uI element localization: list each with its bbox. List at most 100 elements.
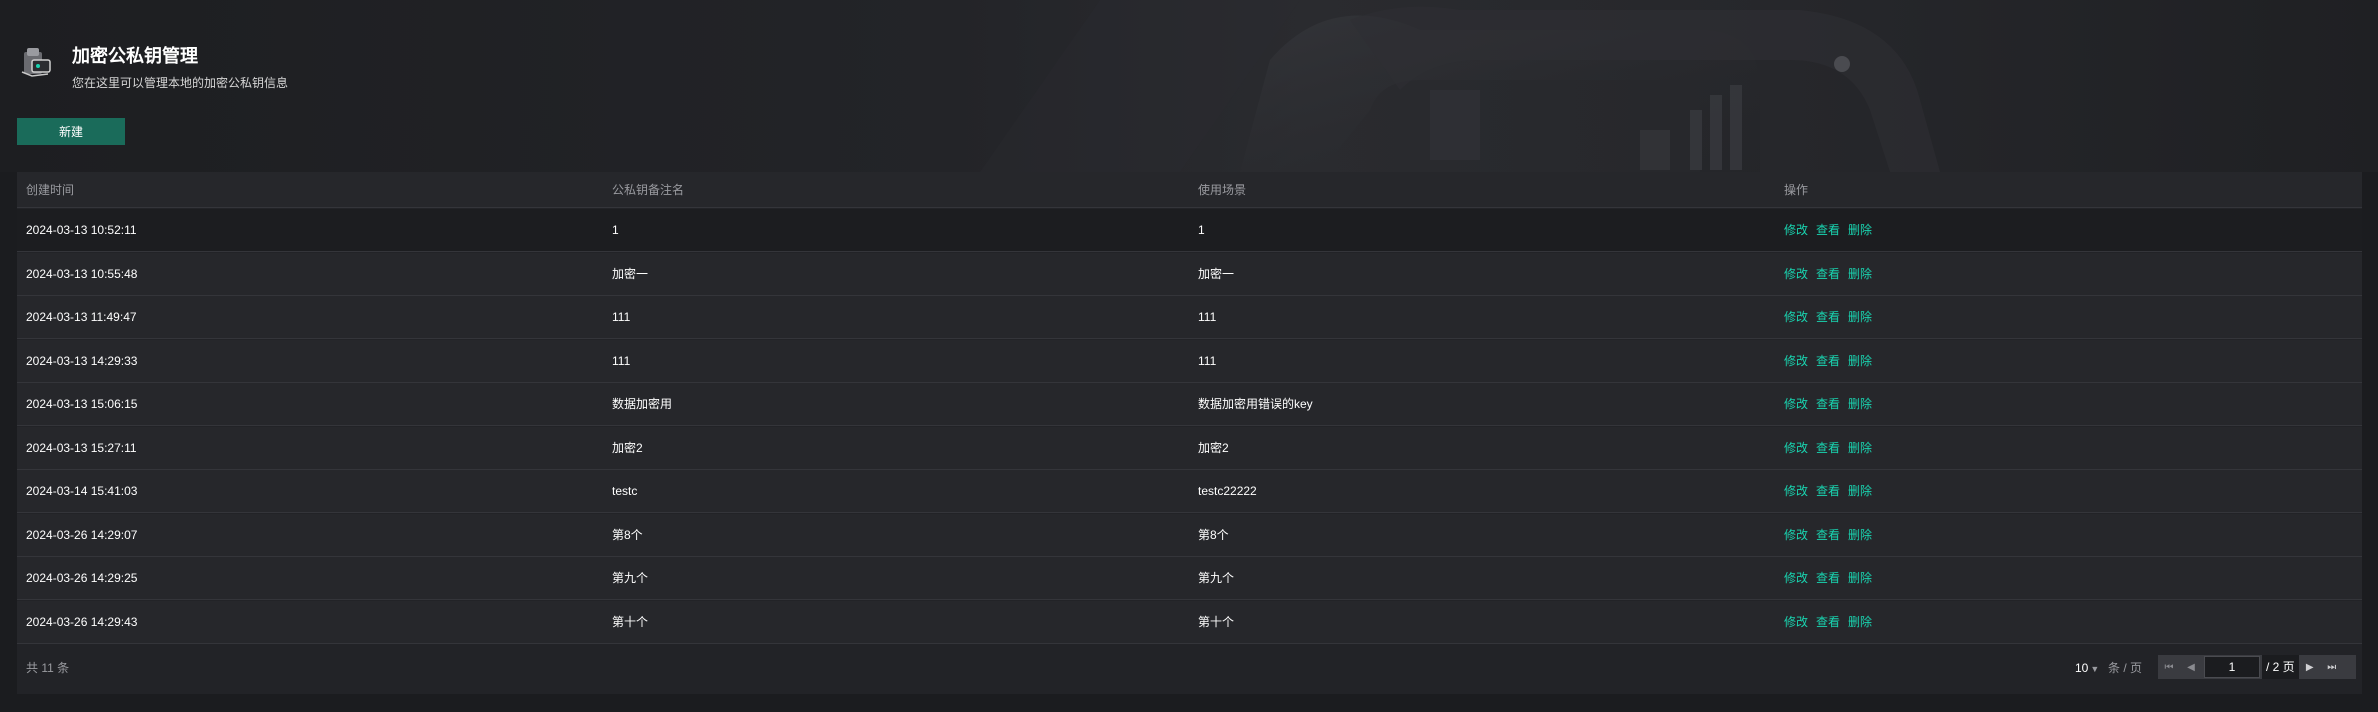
key-management-icon (21, 48, 51, 77)
table-row: 2024-03-26 14:29:25 第九个 第九个 修改 查看 删除 (17, 557, 2362, 600)
edit-link[interactable]: 修改 (1784, 615, 1808, 629)
column-header-created[interactable]: 创建时间 (26, 172, 74, 208)
cell-scene: 111 (1198, 353, 1217, 368)
view-link[interactable]: 查看 (1816, 441, 1840, 455)
chevron-down-icon: ▼ (2090, 664, 2100, 674)
edit-link[interactable]: 修改 (1784, 397, 1808, 411)
table-header: 创建时间 公私钥备注名 使用场景 操作 (17, 172, 2362, 208)
cell-scene: 加密2 (1198, 440, 1229, 455)
new-button[interactable]: 新建 (17, 118, 125, 145)
page-title: 加密公私钥管理 (72, 46, 198, 66)
cell-actions: 修改 查看 删除 (1784, 209, 1880, 252)
page-subtitle: 您在这里可以管理本地的加密公私钥信息 (72, 76, 289, 90)
table-row: 2024-03-13 10:52:11 1 1 修改 查看 删除 (17, 209, 2362, 252)
cell-scene: 第8个 (1198, 527, 1229, 542)
cell-created: 2024-03-26 14:29:43 (26, 614, 138, 629)
delete-link[interactable]: 删除 (1848, 528, 1872, 542)
table-row: 2024-03-13 10:55:48 加密一 加密一 修改 查看 删除 (17, 252, 2362, 296)
cell-name: 第十个 (612, 614, 649, 629)
view-link[interactable]: 查看 (1816, 615, 1840, 629)
table-row: 2024-03-13 11:49:47 111 111 修改 查看 删除 (17, 296, 2362, 339)
delete-link[interactable]: 删除 (1848, 571, 1872, 585)
view-link[interactable]: 查看 (1816, 223, 1840, 237)
delete-link[interactable]: 删除 (1848, 223, 1872, 237)
cell-scene: 数据加密用错误的key (1198, 397, 1313, 411)
cell-created: 2024-03-13 15:06:15 (26, 397, 138, 411)
banner-decoration (980, 0, 1940, 172)
cell-created: 2024-03-13 11:49:47 (26, 310, 137, 324)
cell-name: 111 (612, 310, 631, 324)
column-header-scene[interactable]: 使用场景 (1198, 172, 1246, 208)
delete-link[interactable]: 删除 (1848, 441, 1872, 455)
view-link[interactable]: 查看 (1816, 484, 1840, 498)
keys-table: 创建时间 公私钥备注名 使用场景 操作 2024-03-13 10:52:11 1… (17, 172, 2362, 694)
cell-scene: 第九个 (1198, 571, 1235, 585)
edit-link[interactable]: 修改 (1784, 310, 1808, 324)
cell-created: 2024-03-26 14:29:07 (26, 527, 138, 542)
edit-link[interactable]: 修改 (1784, 528, 1808, 542)
cell-name: 111 (612, 353, 631, 368)
edit-link[interactable]: 修改 (1784, 223, 1808, 237)
cell-created: 2024-03-13 15:27:11 (26, 440, 137, 455)
edit-link[interactable]: 修改 (1784, 354, 1808, 368)
delete-link[interactable]: 删除 (1848, 310, 1872, 324)
next-page-icon[interactable]: ▶ (2299, 655, 2321, 679)
cell-actions: 修改 查看 删除 (1784, 296, 1880, 339)
view-link[interactable]: 查看 (1816, 310, 1840, 324)
cell-actions: 修改 查看 删除 (1784, 383, 1880, 426)
cell-scene: 加密一 (1198, 266, 1235, 281)
table-row: 2024-03-26 14:29:07 第8个 第8个 修改 查看 删除 (17, 513, 2362, 557)
page-number-input[interactable] (2204, 656, 2260, 678)
first-page-icon[interactable]: ⏮ (2158, 655, 2180, 679)
table-row: 2024-03-13 15:27:11 加密2 加密2 修改 查看 删除 (17, 426, 2362, 470)
edit-link[interactable]: 修改 (1784, 484, 1808, 498)
edit-link[interactable]: 修改 (1784, 267, 1808, 281)
page-size-unit: 条 / 页 (2108, 661, 2143, 675)
cell-scene: testc22222 (1198, 484, 1257, 498)
cell-actions: 修改 查看 删除 (1784, 340, 1880, 383)
total-count: 共 11 条 (26, 661, 70, 675)
edit-link[interactable]: 修改 (1784, 441, 1808, 455)
cell-actions: 修改 查看 删除 (1784, 470, 1880, 513)
delete-link[interactable]: 删除 (1848, 484, 1872, 498)
cell-scene: 111 (1198, 310, 1217, 324)
header-banner: 加密公私钥管理 您在这里可以管理本地的加密公私钥信息 新建 (0, 0, 2378, 172)
cell-created: 2024-03-13 10:52:11 (26, 223, 137, 237)
cell-actions: 修改 查看 删除 (1784, 253, 1880, 296)
cell-actions: 修改 查看 删除 (1784, 601, 1880, 644)
total-pages: / 2 页 (2262, 655, 2299, 679)
cell-name: testc (612, 484, 638, 498)
cell-scene: 第十个 (1198, 614, 1235, 629)
cell-created: 2024-03-13 14:29:33 (26, 353, 138, 368)
cell-name: 第九个 (612, 571, 649, 585)
view-link[interactable]: 查看 (1816, 354, 1840, 368)
table-row: 2024-03-26 14:29:43 第十个 第十个 修改 查看 删除 (17, 600, 2362, 644)
delete-link[interactable]: 删除 (1848, 397, 1872, 411)
cell-name: 1 (612, 223, 619, 237)
cell-name: 第8个 (612, 527, 643, 542)
cell-scene: 1 (1198, 223, 1205, 237)
last-page-icon[interactable]: ⏭ (2321, 655, 2343, 679)
edit-link[interactable]: 修改 (1784, 571, 1808, 585)
column-header-actions: 操作 (1784, 183, 1809, 197)
cell-actions: 修改 查看 删除 (1784, 427, 1880, 470)
view-link[interactable]: 查看 (1816, 267, 1840, 281)
view-link[interactable]: 查看 (1816, 571, 1840, 585)
table-row: 2024-03-14 15:41:03 testc testc22222 修改 查看 删除 (17, 470, 2362, 513)
delete-link[interactable]: 删除 (1848, 354, 1872, 368)
view-link[interactable]: 查看 (1816, 397, 1840, 411)
page-size-select[interactable]: 10 ▼ (2075, 656, 2099, 680)
table-footer: 共 11 条 10▼ 条 / 页 ⏮ ◀ / 2 页 ▶ ⏭ (17, 642, 2362, 694)
view-link[interactable]: 查看 (1816, 528, 1840, 542)
cell-created: 2024-03-26 14:29:25 (26, 571, 138, 585)
column-header-name[interactable]: 公私钥备注名 (612, 172, 684, 208)
table-row: 2024-03-13 15:06:15 数据加密用 数据加密用错误的key 修改 查看删… (17, 383, 2362, 426)
prev-page-icon[interactable]: ◀ (2180, 655, 2202, 679)
delete-link[interactable]: 删除 (1848, 615, 1872, 629)
delete-link[interactable]: 删除 (1848, 267, 1872, 281)
cell-actions: 修改 查看 删除 (1784, 557, 1880, 600)
cell-name: 加密一 (612, 266, 649, 281)
cell-name: 加密2 (612, 440, 643, 455)
page-size-value: 10 (2075, 661, 2089, 675)
table-row: 2024-03-13 14:29:33 111 111 修改 查看 删除 (17, 339, 2362, 383)
